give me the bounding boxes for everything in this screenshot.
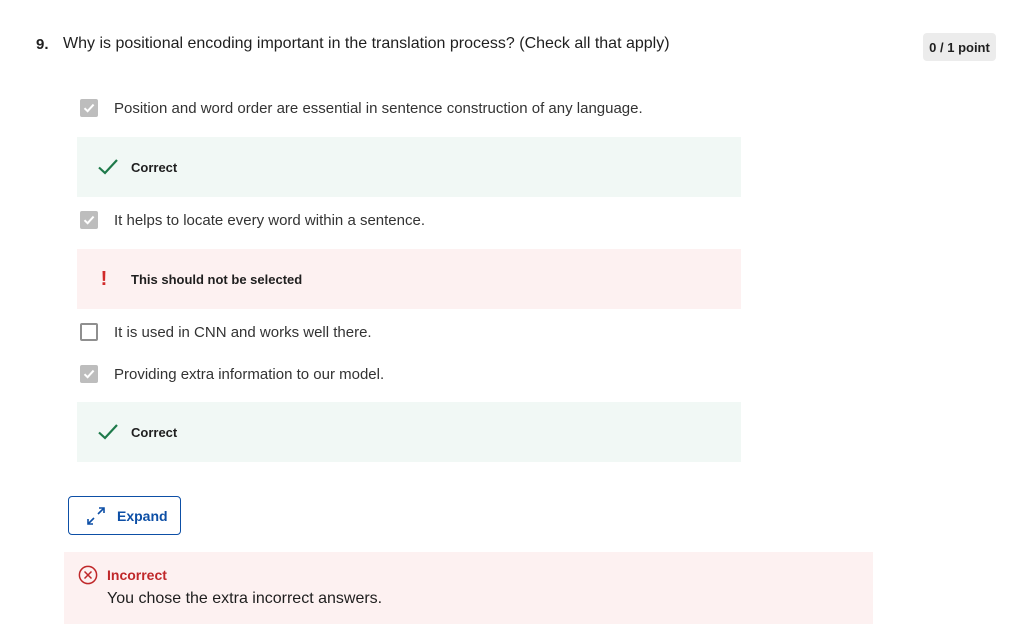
option-4[interactable]: Providing extra information to our model…: [80, 365, 384, 383]
feedback-correct: Correct: [77, 137, 741, 197]
question-text: Why is positional encoding important in …: [63, 35, 670, 52]
feedback-text: Correct: [131, 159, 178, 175]
checkbox-check-icon: [83, 215, 95, 225]
option-1[interactable]: Position and word order are essential in…: [80, 99, 643, 117]
feedback-text: This should not be selected: [131, 271, 303, 287]
checkbox-checked[interactable]: [80, 211, 98, 229]
expand-label: Expand: [117, 507, 168, 524]
option-3[interactable]: It is used in CNN and works well there.: [80, 323, 372, 341]
x-circle-icon: [78, 565, 98, 585]
expand-arrows-icon: [87, 506, 105, 525]
option-label: Providing extra information to our model…: [114, 365, 385, 383]
checkmark-icon: [97, 421, 119, 443]
question-number: 9.: [36, 36, 49, 53]
exclamation-icon: !: [100, 267, 108, 290]
checkbox-unchecked[interactable]: [80, 323, 98, 341]
option-label: Position and word order are essential in…: [114, 99, 643, 117]
result-banner: Incorrect You chose the extra incorrect …: [64, 552, 873, 624]
expand-button[interactable]: Expand: [68, 496, 181, 535]
quiz-question-page: 9. Why is positional encoding important …: [0, 0, 1024, 640]
points-badge: 0 / 1 point: [923, 33, 996, 61]
option-label: It is used in CNN and works well there.: [114, 323, 372, 341]
checkbox-check-icon: [83, 103, 95, 113]
result-title: Incorrect: [107, 567, 167, 583]
option-label: It helps to locate every word within a s…: [114, 211, 426, 229]
feedback-correct: Correct: [77, 402, 741, 462]
option-2[interactable]: It helps to locate every word within a s…: [80, 211, 425, 229]
feedback-wrong: ! This should not be selected: [77, 249, 741, 309]
result-message: You chose the extra incorrect answers.: [107, 590, 383, 607]
checkbox-checked[interactable]: [80, 99, 98, 117]
checkbox-checked[interactable]: [80, 365, 98, 383]
checkmark-icon: [97, 156, 119, 178]
feedback-text: Correct: [131, 424, 178, 440]
checkbox-check-icon: [83, 369, 95, 379]
